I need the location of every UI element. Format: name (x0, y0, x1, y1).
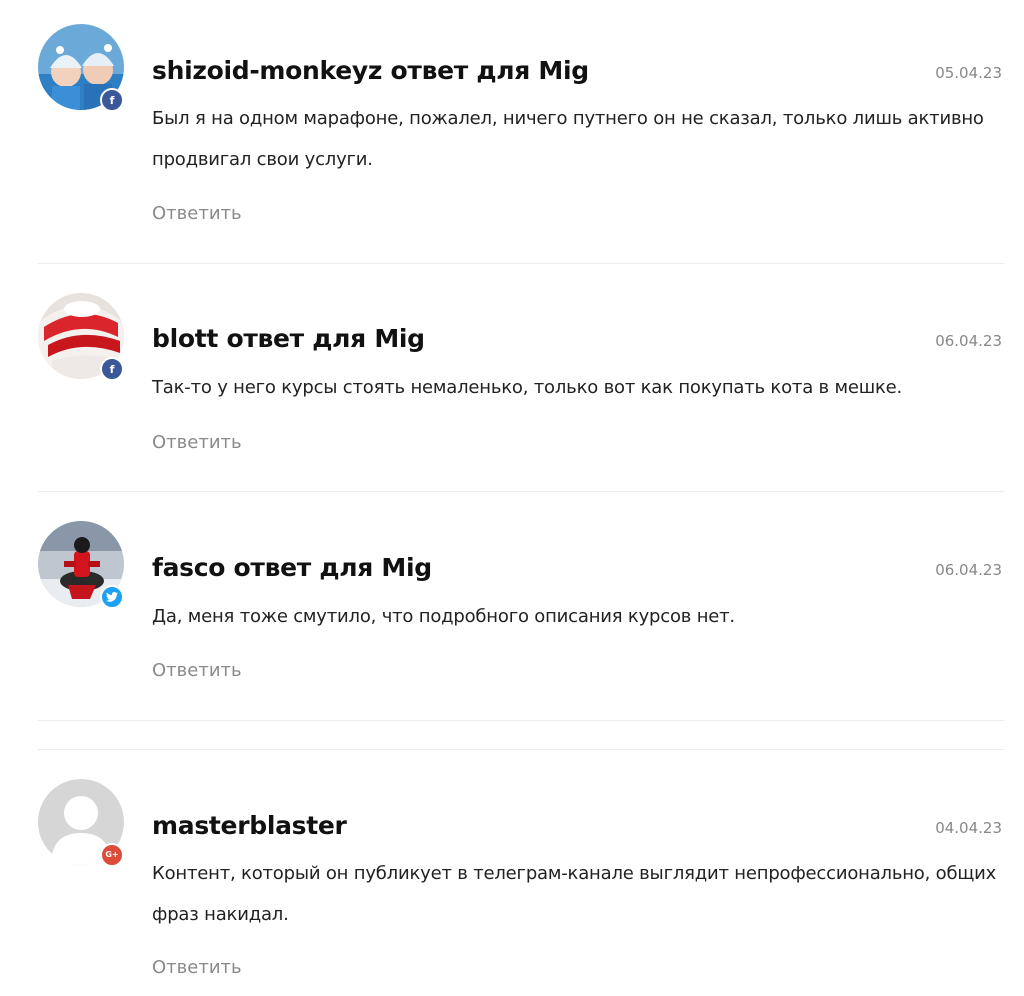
divider (38, 720, 1004, 721)
twitter-bird-icon (106, 592, 118, 602)
comment-date: 04.04.23 (935, 819, 1002, 837)
divider (38, 263, 1004, 264)
comment-text: Был я на одном марафоне, пожалел, ничего… (152, 108, 984, 170)
comment-date: 05.04.23 (935, 64, 1002, 82)
comment-author: shizoid-monkeyz ответ для Mig (152, 56, 589, 85)
comment-author: blott ответ для Mig (152, 324, 425, 353)
comment-text: Контент, который он публикует в телеграм… (152, 863, 997, 925)
divider (38, 491, 1004, 492)
reply-button[interactable]: Ответить (152, 203, 242, 224)
reply-button[interactable]: Ответить (152, 957, 242, 978)
reply-button[interactable]: Ответить (152, 660, 242, 681)
comment-text: Так-то у него курсы стоять немаленько, т… (152, 377, 903, 398)
comment-author: fasco ответ для Mig (152, 553, 432, 582)
facebook-icon: f (100, 357, 124, 381)
divider (38, 749, 1004, 750)
facebook-icon: f (100, 88, 124, 112)
reply-button[interactable]: Ответить (152, 432, 242, 453)
google-plus-icon: G+ (100, 843, 124, 867)
comment-date: 06.04.23 (935, 332, 1002, 350)
comment-text: Да, меня тоже смутило, что подробного оп… (152, 606, 735, 627)
twitter-icon (100, 585, 124, 609)
comment-author: masterblaster (152, 811, 347, 840)
comment-date: 06.04.23 (935, 561, 1002, 579)
